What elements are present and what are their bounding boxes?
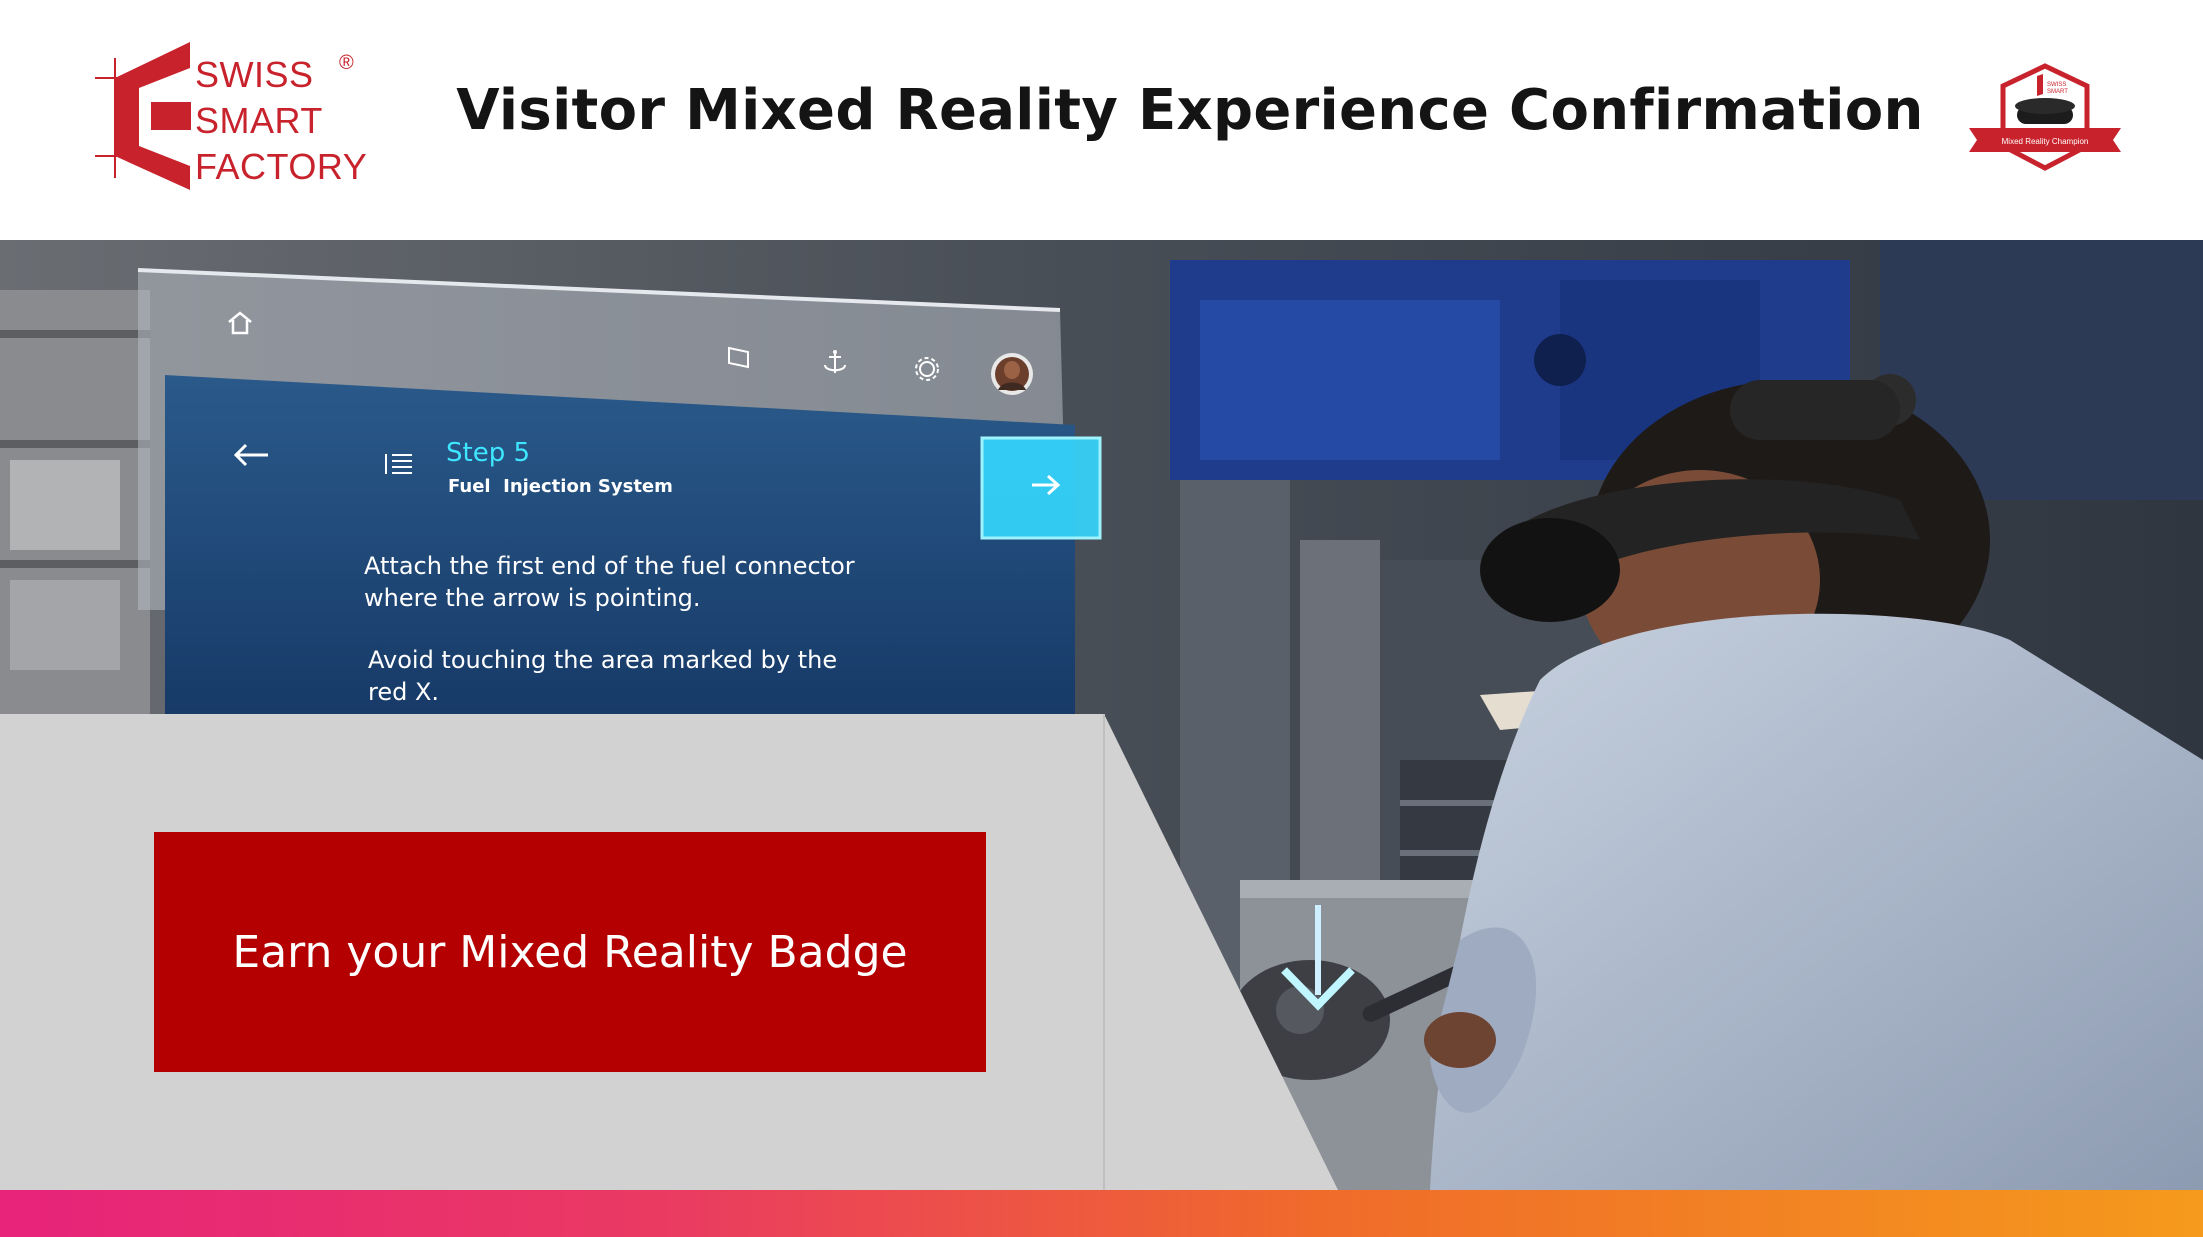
home-icon[interactable] — [225, 308, 255, 338]
window-icon[interactable] — [724, 342, 754, 372]
hud-subtitle: Fuel Injection System — [448, 476, 673, 497]
hud-instruction-2-line-1: Avoid touching the area marked by the — [368, 646, 838, 674]
svg-text:SMART: SMART — [2047, 89, 2068, 95]
next-arrow-icon[interactable] — [1026, 470, 1066, 500]
list-icon[interactable] — [382, 450, 414, 478]
badge-icon: SWISS SMART Mixed Reality Champion — [1969, 63, 2121, 171]
footer-gradient-bar — [0, 1190, 2203, 1237]
hud-step-title: Step 5 — [446, 438, 531, 468]
mixed-reality-champion-badge: SWISS SMART Mixed Reality Champion — [1965, 62, 2125, 174]
gear-icon[interactable] — [912, 354, 942, 384]
hud-instruction-2-line-2: red X. — [368, 678, 440, 706]
svg-text:Mixed Reality Champion: Mixed Reality Champion — [2002, 137, 2089, 146]
page-title: Visitor Mixed Reality Experience Confirm… — [456, 78, 1924, 143]
factory-logo-mark-icon — [95, 42, 191, 190]
hud-instruction-1-line-2: where the arrow is pointing. — [364, 584, 701, 612]
swiss-smart-factory-logo[interactable]: SWISS SMART FACTORY ® — [95, 38, 368, 194]
back-arrow-icon[interactable] — [232, 440, 272, 470]
avatar[interactable] — [990, 352, 1034, 396]
anchor-icon[interactable] — [820, 348, 850, 378]
svg-text:SWISS: SWISS — [2047, 82, 2066, 88]
logo-line-factory: FACTORY — [195, 146, 368, 187]
earn-badge-button[interactable]: Earn your Mixed Reality Badge — [154, 832, 986, 1072]
hud-instruction-1-line-1: Attach the first end of the fuel connect… — [364, 552, 855, 580]
registered-mark: ® — [339, 52, 354, 74]
header: SWISS SMART FACTORY ® Visitor Mixed Real… — [0, 0, 2203, 240]
logo-line-smart: SMART — [195, 100, 323, 141]
